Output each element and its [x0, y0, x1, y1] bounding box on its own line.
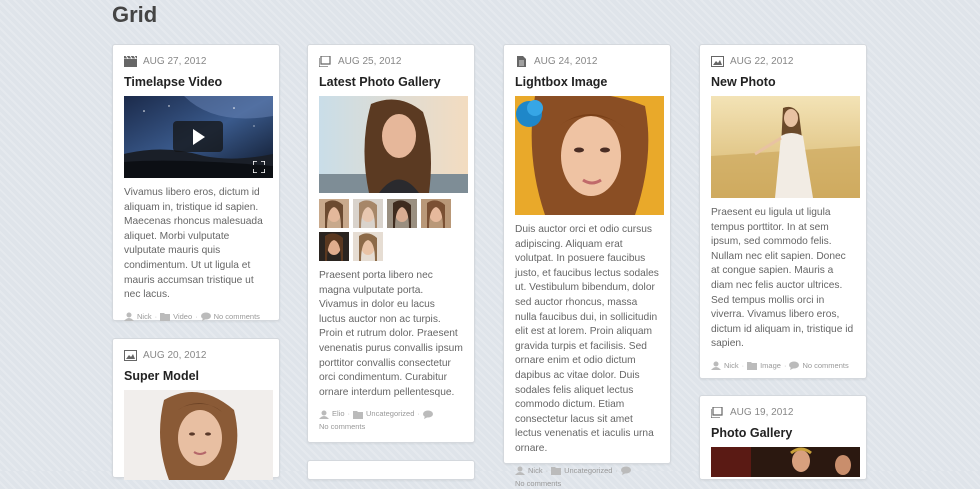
post-author[interactable]: Nick: [724, 361, 739, 371]
gallery-main-image[interactable]: [319, 96, 468, 193]
post-category[interactable]: Uncategorized: [366, 409, 414, 419]
post-category[interactable]: Video: [173, 312, 192, 322]
folder-icon: [747, 361, 758, 371]
gallery-icon: [711, 407, 724, 418]
gallery-thumbnails: [319, 199, 459, 261]
video-player[interactable]: [124, 96, 273, 178]
post-date: AUG 27, 2012: [143, 56, 207, 67]
comment-icon: [422, 410, 433, 419]
user-icon: [319, 410, 329, 419]
fullscreen-icon[interactable]: [252, 160, 266, 174]
post-title[interactable]: Timelapse Video: [124, 74, 268, 90]
post-meta: AUG 22, 2012: [711, 56, 855, 67]
lightbox-image[interactable]: [515, 96, 664, 215]
post-footer: Nick · Uncategorized · No comments: [515, 466, 659, 489]
post-date: AUG 25, 2012: [338, 56, 402, 67]
post-title[interactable]: Photo Gallery: [711, 425, 855, 441]
document-icon: [515, 56, 528, 67]
post-meta: AUG 24, 2012: [515, 56, 659, 67]
page-title: Grid: [112, 2, 158, 27]
post-date: AUG 24, 2012: [534, 56, 598, 67]
post-category[interactable]: Image: [760, 361, 781, 371]
post-comments[interactable]: No comments: [515, 479, 561, 489]
post-comments[interactable]: No comments: [319, 422, 365, 432]
post-date: AUG 20, 2012: [143, 350, 207, 361]
gallery-thumbnail[interactable]: [353, 199, 383, 228]
post-date: AUG 19, 2012: [730, 407, 794, 418]
post-meta: AUG 27, 2012: [124, 56, 268, 67]
post-title[interactable]: Latest Photo Gallery: [319, 74, 463, 90]
post-author[interactable]: Elio: [332, 409, 345, 419]
gallery-icon: [319, 56, 332, 67]
comment-icon: [200, 312, 211, 322]
post-title[interactable]: New Photo: [711, 74, 855, 90]
clapperboard-icon: [124, 56, 137, 67]
post-footer: Nick · Image · No comments: [711, 361, 855, 371]
gallery-thumbnail[interactable]: [319, 232, 349, 261]
user-icon: [711, 361, 721, 371]
post-card: AUG 27, 2012 Timelapse Video Vivamus lib…: [112, 44, 280, 322]
post-comments[interactable]: No comments: [802, 361, 848, 371]
user-icon: [124, 312, 134, 322]
post-date: AUG 22, 2012: [730, 56, 794, 67]
gallery-thumbnail[interactable]: [353, 232, 383, 261]
folder-icon: [353, 410, 364, 419]
post-author[interactable]: Nick: [137, 312, 152, 322]
post-image[interactable]: [124, 390, 273, 480]
post-card: AUG 20, 2012 Super Model: [112, 338, 280, 480]
post-card: AUG 25, 2012 Latest Photo Gallery Praese…: [307, 44, 475, 443]
folder-icon: [160, 312, 171, 322]
post-card: AUG 19, 2012 Photo Gallery: [699, 395, 867, 480]
post-excerpt: Vivamus libero eros, dictum id aliquam i…: [124, 187, 263, 301]
play-icon: [193, 129, 205, 145]
post-card: AUG 22, 2012 New Photo Praesent eu ligul…: [699, 44, 867, 379]
post-meta: AUG 20, 2012: [124, 350, 268, 361]
post-excerpt: Duis auctor orci et odio cursus adipisci…: [515, 224, 659, 454]
post-meta: AUG 25, 2012: [319, 56, 463, 67]
post-image[interactable]: [711, 96, 860, 198]
post-title[interactable]: Super Model: [124, 368, 268, 384]
picture-icon: [711, 56, 724, 67]
picture-icon: [124, 350, 137, 361]
gallery-main-image[interactable]: [711, 447, 860, 477]
gallery-thumbnail[interactable]: [387, 199, 417, 228]
post-footer: Elio · Uncategorized · No comments: [319, 409, 463, 432]
post-excerpt: Praesent eu ligula ut ligula tempus port…: [711, 207, 854, 350]
post-excerpt: Praesent porta libero nec magna vulputat…: [319, 270, 463, 398]
gallery-thumbnail[interactable]: [421, 199, 451, 228]
post-comments[interactable]: No comments: [214, 312, 260, 322]
post-card: AUG 24, 2012 Lightbox Image Duis auctor …: [503, 44, 671, 488]
comment-icon: [789, 361, 800, 371]
play-button[interactable]: [173, 121, 223, 152]
post-title[interactable]: Lightbox Image: [515, 74, 659, 90]
post-footer: Nick · Video · No comments: [124, 312, 268, 322]
post-meta: AUG 19, 2012: [711, 407, 855, 418]
gallery-thumbnail[interactable]: [319, 199, 349, 228]
post-card: [307, 460, 475, 480]
